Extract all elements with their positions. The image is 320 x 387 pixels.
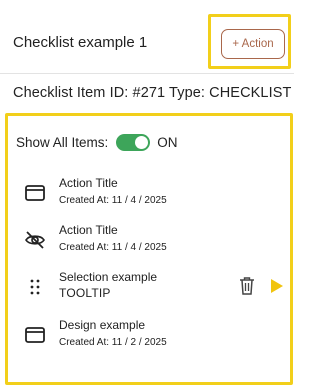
page-title: Checklist example 1 [13, 34, 148, 51]
item-created-at: Created At: 11 / 2 / 2025 [59, 337, 167, 348]
window-icon [24, 324, 46, 346]
item-type: TOOLTIP [59, 286, 111, 300]
item-title: Action Title [59, 223, 118, 237]
list-item[interactable]: Action Title Created At: 11 / 4 / 2025 [8, 221, 290, 261]
toggle-state-label: ON [157, 134, 178, 150]
show-all-label: Show All Items: [16, 134, 109, 150]
item-title: Selection example [59, 270, 158, 284]
item-created-at: Created At: 11 / 4 / 2025 [59, 195, 167, 206]
list-item[interactable]: Action Title Created At: 11 / 4 / 2025 [8, 174, 290, 214]
checklist-panel: Checklist example 1 + Action Checklist I… [0, 0, 294, 387]
drag-handle-icon[interactable] [24, 276, 46, 298]
trash-icon[interactable] [239, 276, 255, 296]
list-item[interactable]: Design example Created At: 11 / 2 / 2025 [8, 316, 290, 356]
item-title: Design example [59, 318, 146, 332]
list-item[interactable]: Selection example TOOLTIP [8, 268, 290, 308]
toggle-knob [135, 135, 149, 149]
show-all-toggle-row: Show All Items: ON [16, 133, 178, 151]
play-icon[interactable] [270, 278, 284, 294]
item-created-at: Created At: 11 / 4 / 2025 [59, 242, 167, 253]
window-icon [24, 182, 46, 204]
eye-off-icon [24, 229, 46, 251]
items-panel: Show All Items: ON Action Title Created … [5, 113, 293, 385]
checklist-item-info: Checklist Item ID: #271 Type: CHECKLIST [13, 85, 292, 101]
item-title: Action Title [59, 176, 118, 190]
show-all-toggle[interactable] [116, 133, 151, 151]
add-action-button[interactable]: + Action [221, 29, 285, 59]
